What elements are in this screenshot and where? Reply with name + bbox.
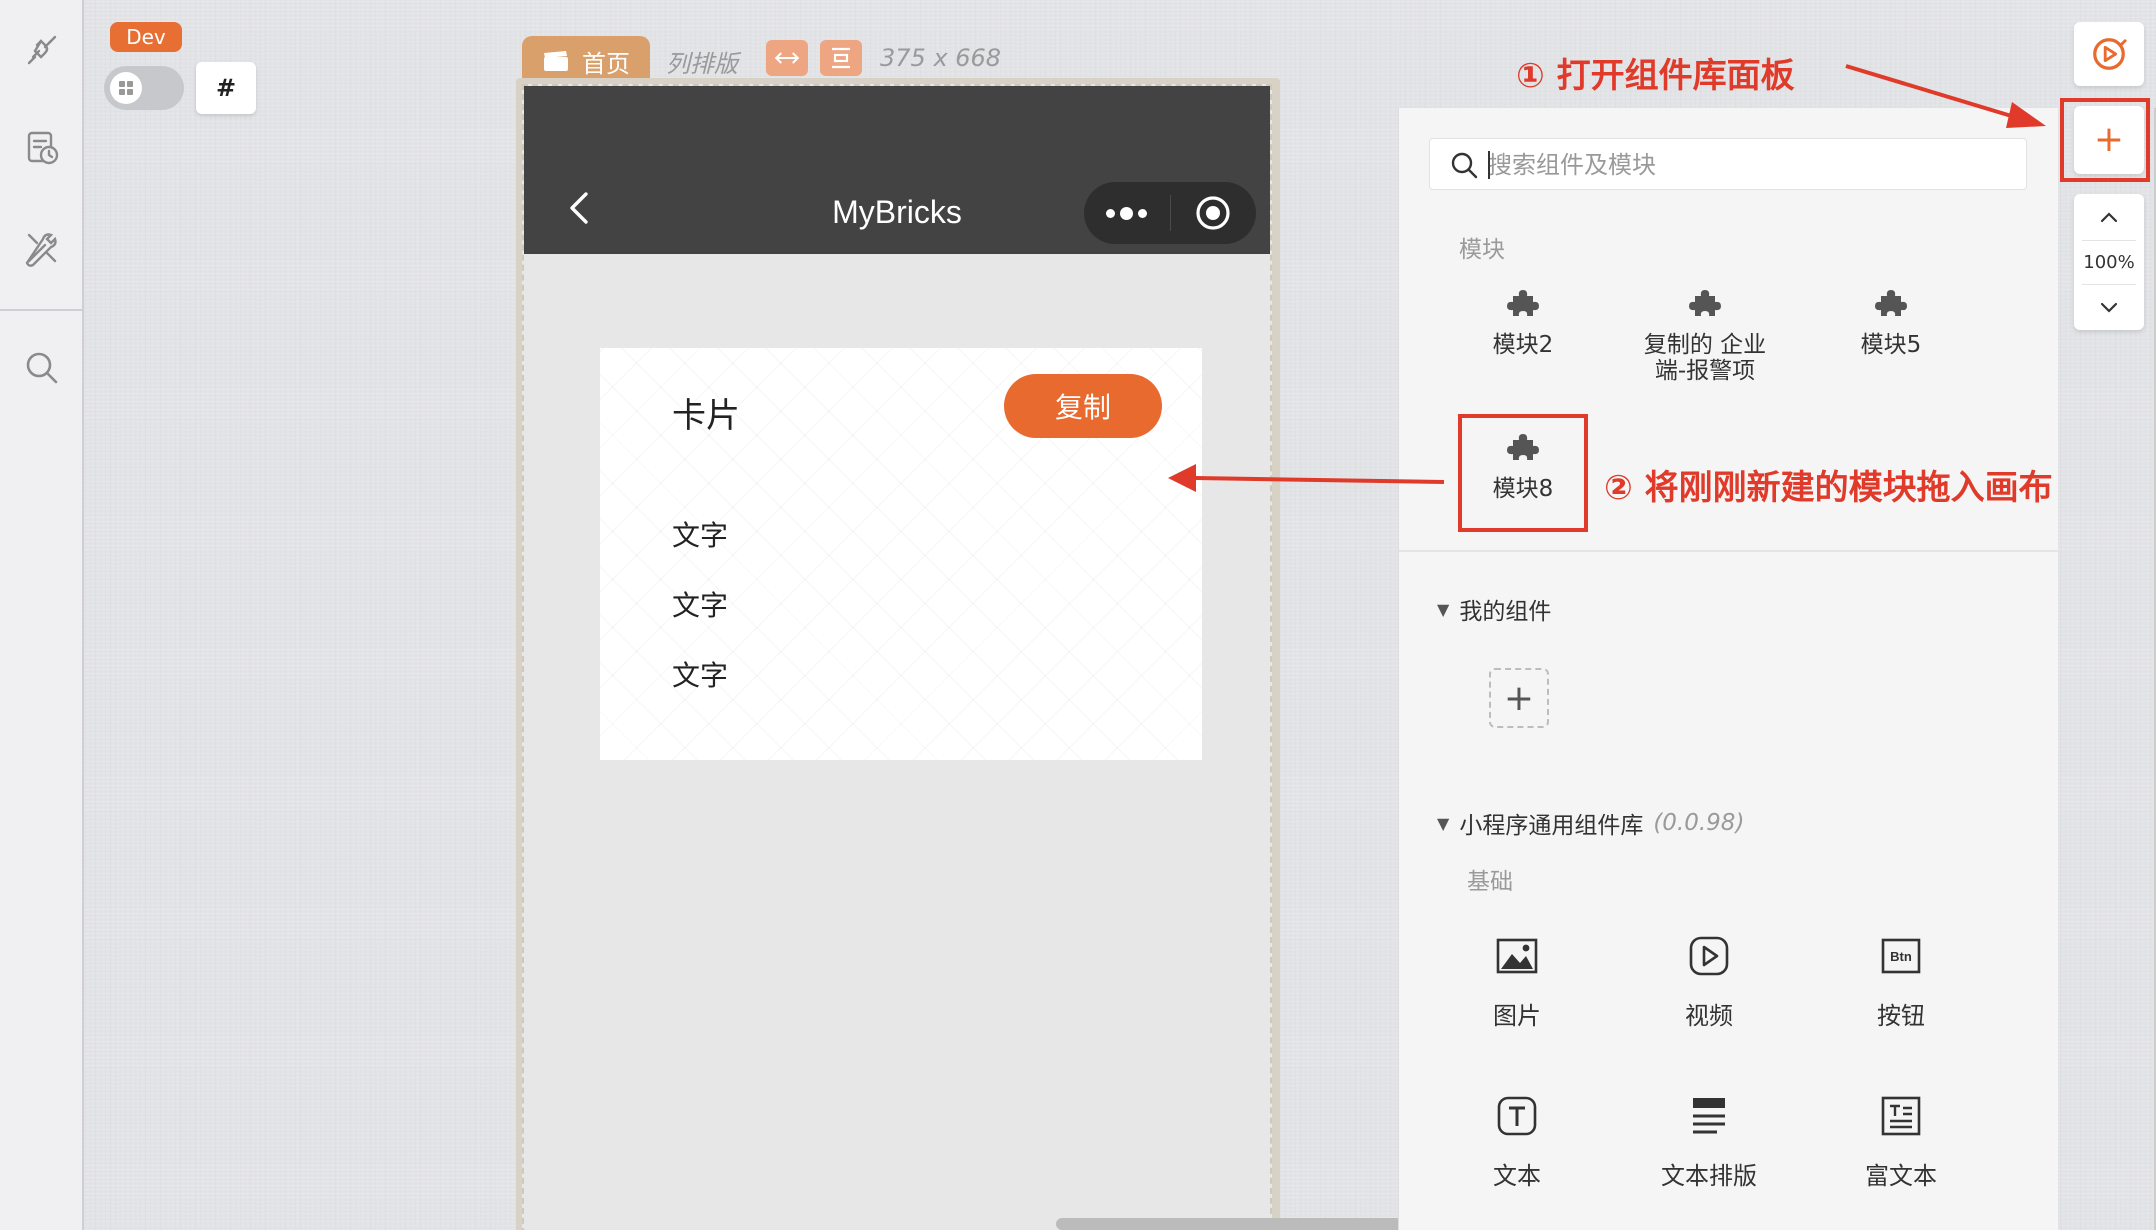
component-search-box[interactable]: [1429, 138, 2027, 190]
collapse-triangle-icon: ▼: [1437, 813, 1450, 833]
layout-label: 列排版: [666, 50, 738, 78]
image-icon: [1496, 938, 1538, 974]
canvas-horizontal-scrollbar[interactable]: [1056, 1218, 1406, 1230]
card-title: 卡片: [672, 396, 740, 436]
dev-mode-toggle[interactable]: [104, 66, 184, 110]
button-icon: Btn: [1881, 938, 1921, 974]
copy-button[interactable]: 复制: [1004, 374, 1162, 438]
modules-section-label: 模块: [1459, 237, 1505, 263]
grid-icon: [110, 72, 142, 104]
horizontal-arrows-icon: [774, 52, 800, 64]
library-group[interactable]: ▼ 小程序通用组件库 (0.0.98): [1437, 806, 1744, 840]
zoom-divider: [2082, 240, 2136, 241]
module-8-highlight-box: [1458, 414, 1588, 532]
zoom-control: 100%: [2074, 194, 2144, 330]
vertical-fit-button[interactable]: [820, 40, 862, 76]
fit-height-icon: [832, 47, 850, 69]
component-label: 按钮: [1877, 1002, 1925, 1030]
my-components-group[interactable]: ▼ 我的组件: [1437, 592, 1551, 626]
module-label: 模块5: [1860, 332, 1922, 358]
module-item-5[interactable]: 模块5: [1811, 286, 1971, 358]
basic-section-label: 基础: [1467, 869, 1513, 895]
card-text: 文字: [672, 589, 729, 622]
play-circle-icon: [2093, 38, 2127, 70]
annotation-step2: ② 将刚刚新建的模块拖入画布: [1604, 468, 2053, 508]
chevron-up-icon: [2100, 212, 2118, 223]
collapse-triangle-icon: ▼: [1437, 599, 1450, 619]
text-icon: [1497, 1096, 1537, 1136]
module-item-copied-alarm[interactable]: 复制的 企业 端-报警项: [1625, 286, 1785, 385]
zoom-divider: [2082, 284, 2136, 285]
component-rich-text[interactable]: 富文本: [1831, 1094, 1971, 1191]
search-icon: [1451, 152, 1478, 179]
navbar-capsule[interactable]: [1084, 182, 1256, 244]
hash-button[interactable]: #: [196, 62, 256, 114]
component-label: 文本排版: [1661, 1162, 1757, 1190]
library-version: (0.0.98): [1653, 810, 1745, 836]
svg-text:Btn: Btn: [1890, 949, 1912, 964]
preview-button[interactable]: [2074, 22, 2144, 86]
more-dots-icon[interactable]: [1084, 206, 1170, 220]
component-button[interactable]: Btn 按钮: [1831, 934, 1971, 1031]
document-history-icon[interactable]: [16, 122, 68, 174]
module-label: 模块2: [1492, 332, 1554, 358]
chevron-down-icon: [2100, 302, 2118, 313]
component-video[interactable]: 视频: [1639, 934, 1779, 1031]
component-search-input[interactable]: [1488, 147, 2008, 183]
panel-divider: [1399, 550, 2059, 552]
plug-icon[interactable]: [16, 24, 68, 76]
annotation-step1: ① 打开组件库面板: [1516, 56, 1795, 96]
my-components-title: 我的组件: [1459, 599, 1552, 625]
card-component[interactable]: 卡片 复制 文字 文字 文字: [600, 348, 1202, 760]
page-tab-label: 首页: [582, 49, 630, 78]
module-label-line1: 复制的 企业: [1643, 332, 1767, 358]
zoom-value: 100%: [2083, 251, 2135, 273]
phone-canvas[interactable]: MyBricks 卡片 复制 文字 文字 文字: [522, 84, 1272, 1230]
mini-program-navbar: MyBricks: [524, 86, 1270, 254]
text-layout-icon: [1693, 1098, 1725, 1134]
close-target-icon[interactable]: [1171, 195, 1257, 231]
zoom-in-button[interactable]: [2074, 200, 2144, 234]
search-icon[interactable]: [16, 342, 68, 394]
tools-icon[interactable]: [16, 222, 68, 274]
add-button-highlight-box: [2060, 98, 2150, 182]
left-sidebar: [0, 0, 84, 1230]
library-title: 小程序通用组件库: [1459, 813, 1644, 839]
puzzle-icon: [1875, 290, 1907, 316]
component-text-layout[interactable]: 文本排版: [1639, 1094, 1779, 1191]
component-label: 视频: [1685, 1002, 1733, 1030]
add-my-component-button[interactable]: +: [1489, 668, 1549, 728]
dev-badge: Dev: [110, 22, 182, 52]
rich-text-icon: [1881, 1096, 1921, 1136]
module-item-2[interactable]: 模块2: [1443, 286, 1603, 358]
puzzle-icon: [1689, 290, 1721, 316]
clapper-icon: [544, 51, 568, 71]
card-text: 文字: [672, 659, 729, 692]
horizontal-resize-button[interactable]: [766, 40, 808, 76]
text-caret: [1488, 151, 1490, 179]
component-text[interactable]: 文本: [1447, 1094, 1587, 1191]
puzzle-icon: [1507, 290, 1539, 316]
component-library-panel: 模块 模块2 复制的 企业 端-报警项 模块5 模块8 ▼ 我的组件 + ▼ 小…: [1398, 108, 2059, 1230]
sidebar-divider: [0, 309, 84, 311]
component-image[interactable]: 图片: [1447, 934, 1587, 1031]
canvas-size-label: 375 x 668: [880, 44, 1002, 72]
component-label: 图片: [1493, 1002, 1541, 1030]
module-label-line2: 端-报警项: [1654, 358, 1756, 385]
component-label: 富文本: [1865, 1162, 1937, 1190]
card-text: 文字: [672, 519, 729, 552]
component-label: 文本: [1493, 1162, 1541, 1190]
video-icon: [1689, 936, 1729, 976]
zoom-out-button[interactable]: [2074, 290, 2144, 324]
